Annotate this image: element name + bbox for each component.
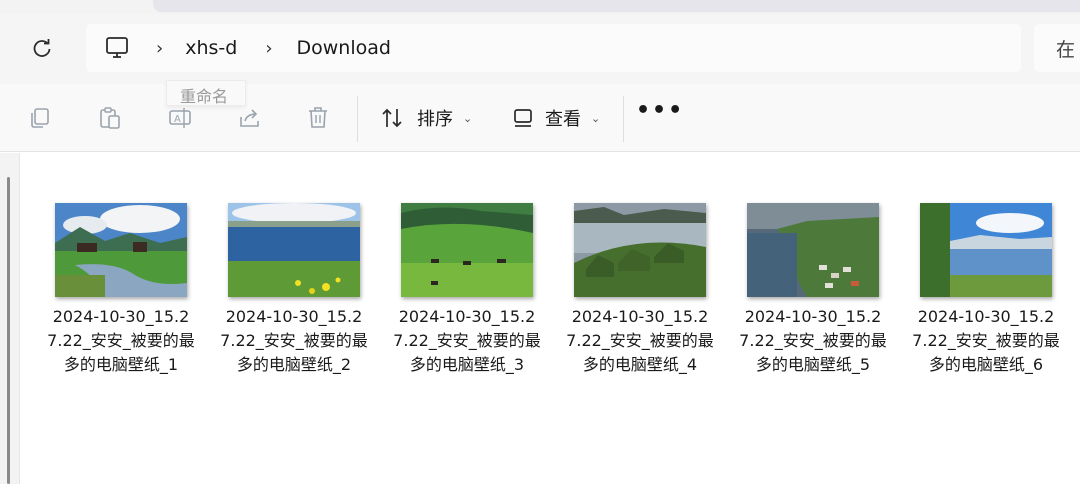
thumbnail-image	[228, 203, 360, 297]
paste-icon	[100, 107, 120, 129]
rename-icon: A	[169, 108, 191, 128]
file-view: 2024-10-30_15.27.22_安安_被要的最多的电脑壁纸_1 2024…	[0, 153, 1080, 484]
chevron-down-icon: ⌄	[463, 111, 473, 125]
navigation-pane	[0, 153, 20, 484]
file-item[interactable]: 2024-10-30_15.27.22_安安_被要的最多的电脑壁纸_6	[911, 203, 1061, 403]
chevron-right-icon[interactable]: ›	[265, 38, 272, 59]
file-name: 2024-10-30_15.27.22_安安_被要的最多的电脑壁纸_3	[393, 307, 541, 374]
address-row: › xhs-d › Download 在	[0, 14, 1080, 84]
file-name: 2024-10-30_15.27.22_安安_被要的最多的电脑壁纸_2	[220, 307, 368, 374]
chevron-down-icon: ⌄	[591, 111, 601, 125]
refresh-icon[interactable]	[22, 34, 62, 64]
tab-edge	[153, 0, 1080, 12]
file-name: 2024-10-30_15.27.22_安安_被要的最多的电脑壁纸_5	[739, 307, 887, 374]
toolbar-divider	[623, 96, 624, 142]
thumbnail-image	[401, 203, 533, 297]
file-item[interactable]: 2024-10-30_15.27.22_安安_被要的最多的电脑壁纸_5	[738, 203, 888, 403]
file-name: 2024-10-30_15.27.22_安安_被要的最多的电脑壁纸_4	[566, 307, 714, 374]
file-item[interactable]: 2024-10-30_15.27.22_安安_被要的最多的电脑壁纸_1	[46, 203, 196, 403]
copy-button[interactable]	[20, 100, 60, 136]
view-menu-button[interactable]: 查看 ⌄	[513, 100, 600, 136]
chevron-right-icon[interactable]: ›	[156, 38, 163, 59]
view-icon	[514, 109, 532, 127]
sort-menu-button[interactable]: 排序 ⌄	[381, 100, 472, 136]
thumbnail-image	[574, 203, 706, 297]
delete-button[interactable]	[298, 100, 338, 136]
scrollbar[interactable]	[7, 177, 10, 484]
thumbnail-image	[55, 203, 187, 297]
rename-tooltip: 重命名	[166, 80, 246, 106]
sort-icon	[382, 108, 402, 128]
address-bar[interactable]: › xhs-d › Download	[86, 24, 1021, 72]
file-name: 2024-10-30_15.27.22_安安_被要的最多的电脑壁纸_1	[47, 307, 195, 374]
file-item[interactable]: 2024-10-30_15.27.22_安安_被要的最多的电脑壁纸_4	[565, 203, 715, 403]
sort-label: 排序	[417, 109, 453, 130]
thumbnail-image	[920, 203, 1052, 297]
this-pc-icon[interactable]	[104, 35, 130, 61]
delete-icon	[309, 107, 327, 128]
title-strip	[0, 0, 1080, 14]
file-name: 2024-10-30_15.27.22_安安_被要的最多的电脑壁纸_6	[912, 307, 1060, 374]
svg-text:A: A	[174, 114, 181, 125]
thumbnail-image	[747, 203, 879, 297]
copy-icon	[31, 108, 49, 128]
breadcrumb-download[interactable]: Download	[297, 37, 391, 59]
file-item[interactable]: 2024-10-30_15.27.22_安安_被要的最多的电脑壁纸_2	[219, 203, 369, 403]
breadcrumb-xhs-d[interactable]: xhs-d	[185, 37, 237, 59]
view-label: 查看	[545, 109, 581, 130]
paste-button[interactable]	[90, 100, 130, 136]
more-options-button[interactable]: •••	[636, 98, 684, 123]
toolbar-divider	[357, 96, 358, 142]
search-input[interactable]: 在	[1034, 24, 1080, 72]
file-item[interactable]: 2024-10-30_15.27.22_安安_被要的最多的电脑壁纸_3	[392, 203, 542, 403]
command-bar: A 排序 ⌄ 查看 ⌄	[0, 84, 1080, 152]
share-icon	[240, 109, 259, 127]
